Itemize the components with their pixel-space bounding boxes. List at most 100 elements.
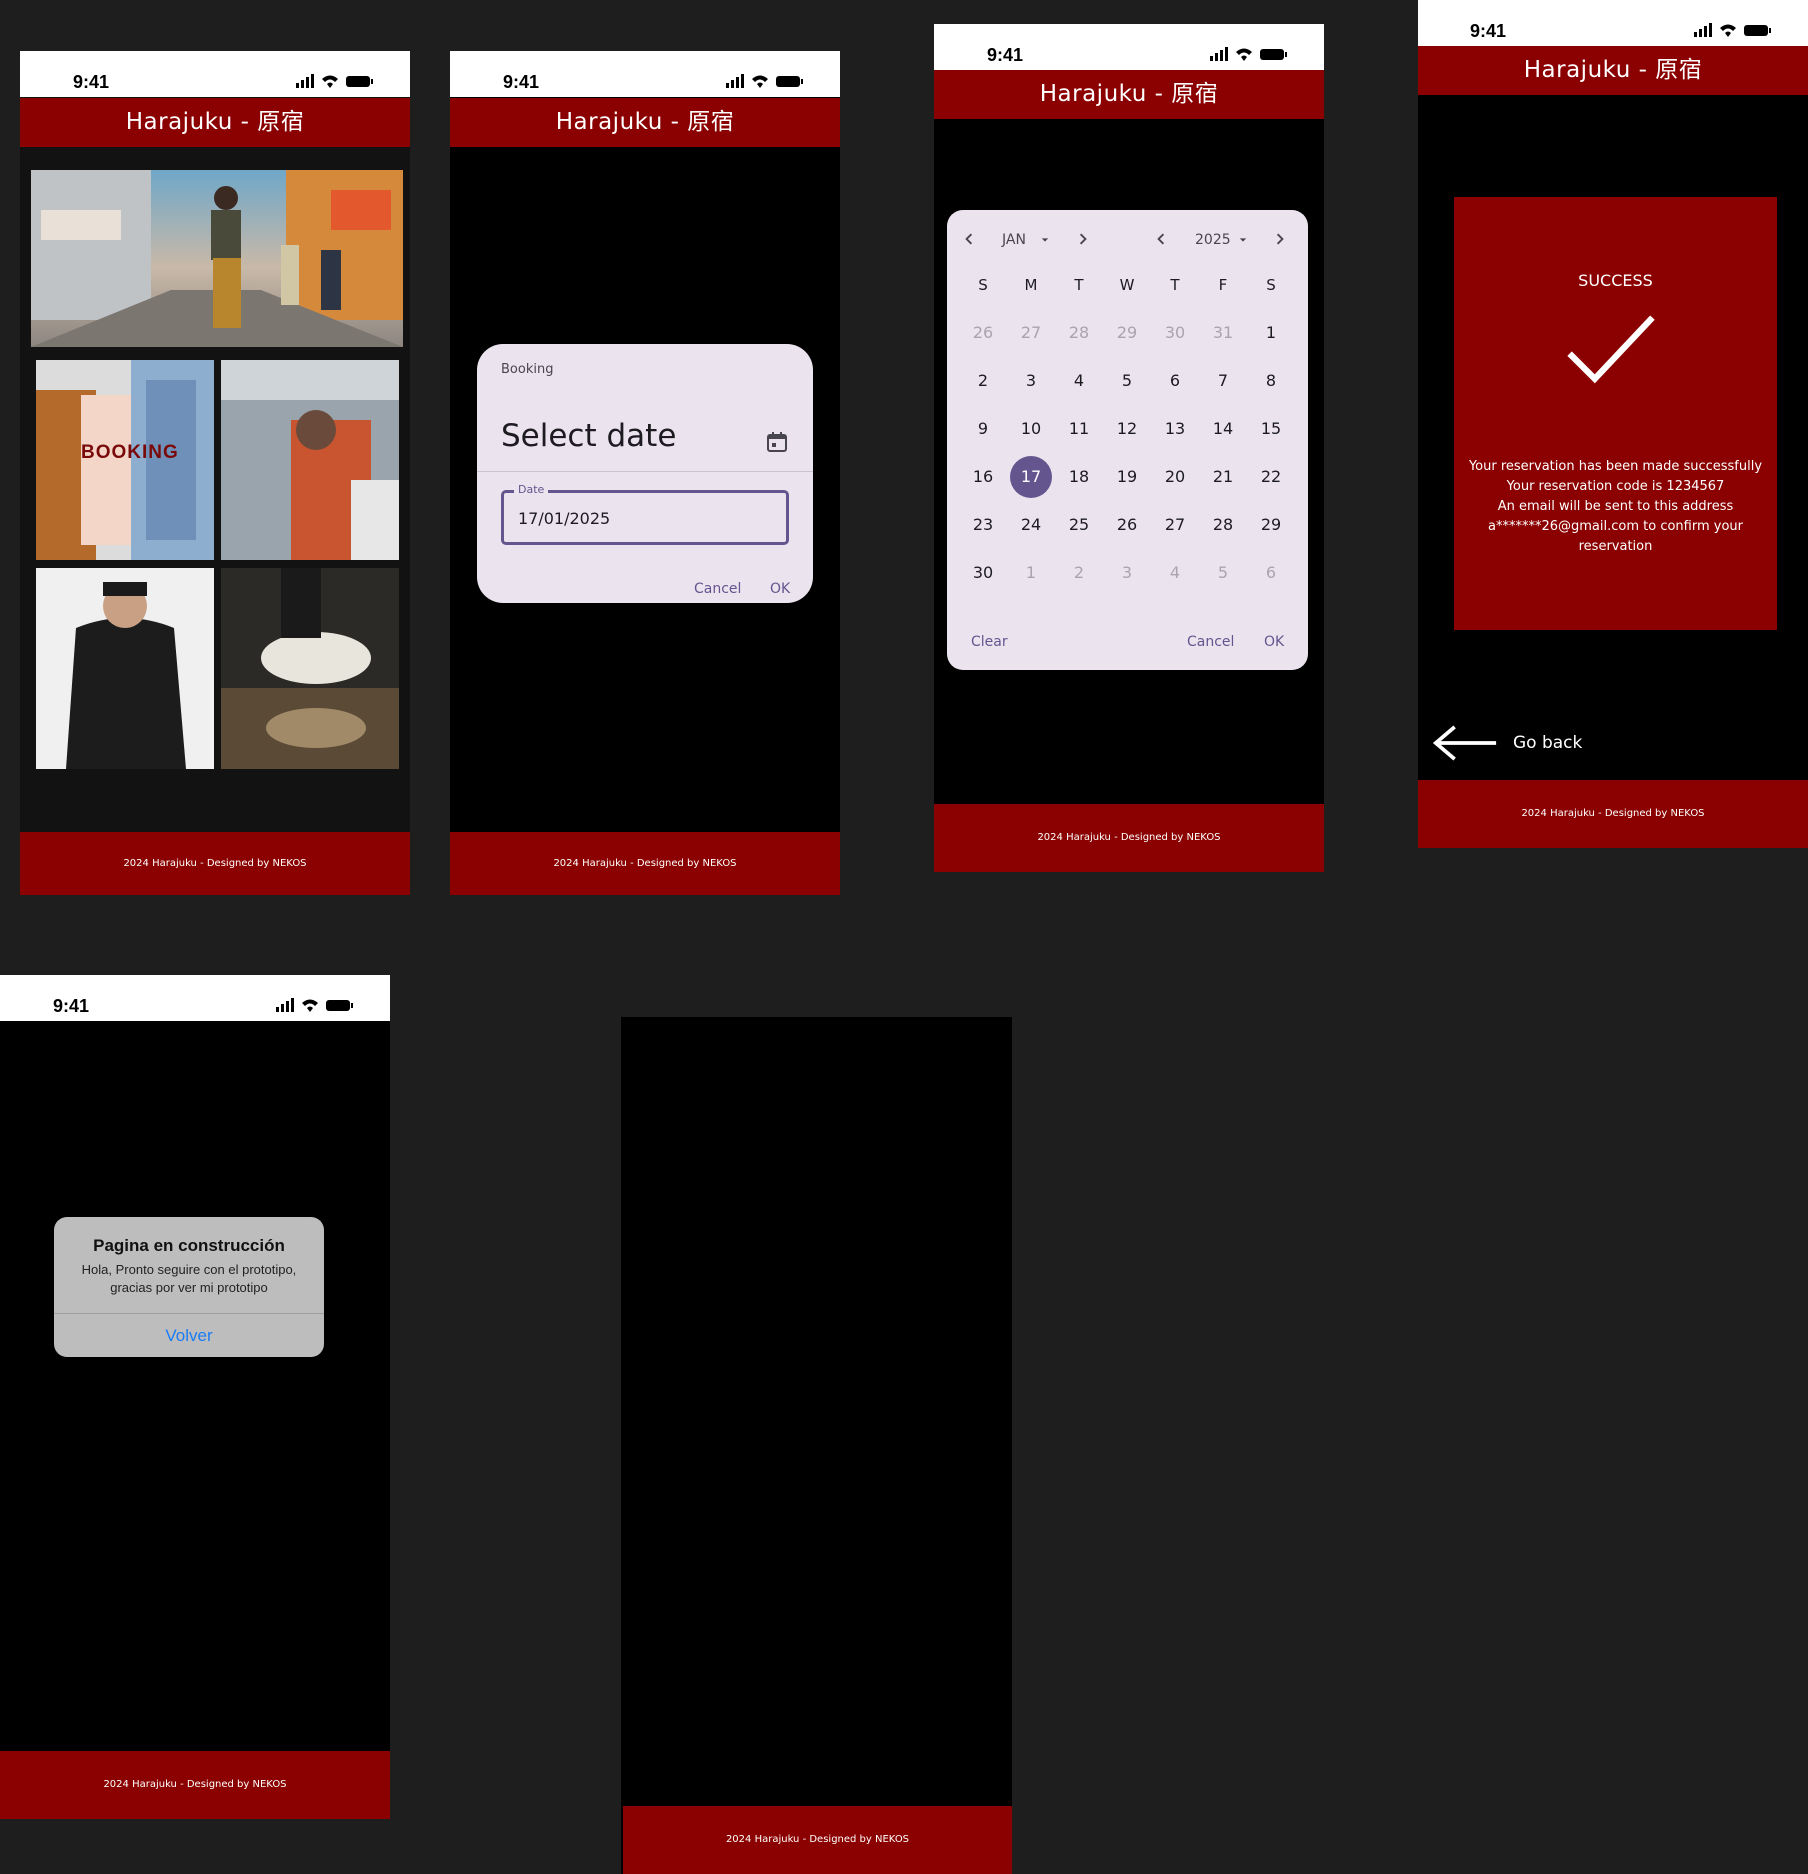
calendar-day[interactable]: 19 <box>1106 456 1148 498</box>
dialog-divider <box>477 471 813 472</box>
cancel-button[interactable]: Cancel <box>1187 634 1234 650</box>
calendar-grid: S M T W T F S 26 27 28 29 30 31 1 2 3 4 5 6 7 8 9 10 11 12 13 14 15… <box>962 264 1298 600</box>
calendar-day[interactable]: 11 <box>1058 408 1100 450</box>
calendar-day-outside: 4 <box>1169 563 1181 582</box>
month-selector[interactable]: JAN <box>1002 232 1026 248</box>
go-back-button[interactable]: Go back <box>1432 724 1632 762</box>
calendar-day[interactable]: 26 <box>1106 504 1148 546</box>
app-footer: 2024 Harajuku - Designed by NEKOS <box>1418 780 1808 848</box>
status-bar: 9:41 <box>450 51 840 97</box>
calendar-day[interactable]: 4 <box>1058 360 1100 402</box>
clear-button[interactable]: Clear <box>971 634 1008 650</box>
calendar-day-outside: 30 <box>1164 323 1186 342</box>
status-bar: 9:41 <box>934 24 1324 70</box>
calendar-day[interactable]: 7 <box>1202 360 1244 402</box>
app-footer: 2024 Harajuku - Designed by NEKOS <box>0 1751 390 1819</box>
weekday-header: F <box>1218 276 1228 294</box>
status-bar: 9:41 <box>20 51 410 97</box>
screen-home: 9:41 Harajuku - 原宿 BOOKING 2024 Harajuku… <box>20 51 410 895</box>
booking-photo[interactable]: BOOKING <box>36 360 214 560</box>
arrow-left-icon <box>1432 725 1497 761</box>
calendar-day[interactable]: 14 <box>1202 408 1244 450</box>
app-footer: 2024 Harajuku - Designed by NEKOS <box>450 832 840 895</box>
ok-button[interactable]: OK <box>1264 634 1284 650</box>
app-footer: 2024 Harajuku - Designed by NEKOS <box>934 804 1324 872</box>
calendar-day[interactable]: 27 <box>1154 504 1196 546</box>
prev-month-icon[interactable] <box>963 233 975 245</box>
calendar-day-outside: 29 <box>1116 323 1138 342</box>
app-header: Harajuku - 原宿 <box>450 98 840 147</box>
dialog-supporting-text: Booking <box>501 362 554 377</box>
success-title: SUCCESS <box>1578 271 1653 290</box>
subway-photo[interactable] <box>221 360 399 560</box>
year-selector[interactable]: 2025 <box>1195 232 1231 248</box>
app-header: Harajuku - 原宿 <box>20 98 410 147</box>
jacket-photo[interactable] <box>36 568 214 769</box>
screen-date-input: 9:41 Harajuku - 原宿 Booking Select date 1… <box>450 51 840 895</box>
calendar-day[interactable]: 20 <box>1154 456 1196 498</box>
calendar-day[interactable]: 25 <box>1058 504 1100 546</box>
weekday-header: W <box>1119 276 1135 294</box>
calendar-day[interactable]: 12 <box>1106 408 1148 450</box>
calendar-day[interactable]: 18 <box>1058 456 1100 498</box>
calendar-day[interactable]: 29 <box>1250 504 1292 546</box>
dialog-headline: Select date <box>501 418 677 454</box>
prev-year-icon[interactable] <box>1155 233 1167 245</box>
sneakers-photo[interactable] <box>221 568 399 769</box>
calendar-day[interactable]: 30 <box>962 552 1004 594</box>
calendar-day[interactable]: 17 <box>1010 456 1052 498</box>
volver-button[interactable]: Volver <box>54 1314 324 1357</box>
calendar-day[interactable]: 9 <box>962 408 1004 450</box>
calendar-day[interactable]: 5 <box>1106 360 1148 402</box>
screen-calendar: 9:41 Harajuku - 原宿 JAN 2025 S M T W T F S 26 27 2… <box>934 24 1324 872</box>
calendar-day[interactable]: 22 <box>1250 456 1292 498</box>
year-dropdown-icon[interactable] <box>1239 236 1247 244</box>
status-icons <box>1210 47 1287 61</box>
status-time: 9:41 <box>1470 21 1507 41</box>
date-field[interactable]: 17/01/2025 <box>501 490 789 545</box>
status-time: 9:41 <box>73 72 110 92</box>
calendar-icon[interactable] <box>765 430 789 454</box>
cancel-button[interactable]: Cancel <box>694 581 741 597</box>
booking-label: BOOKING <box>81 442 179 463</box>
calendar-day-outside: 6 <box>1265 563 1277 582</box>
calendar-day[interactable]: 8 <box>1250 360 1292 402</box>
hero-photo[interactable] <box>31 170 403 347</box>
app-footer: 2024 Harajuku - Designed by NEKOS <box>20 832 410 895</box>
calendar-day[interactable]: 13 <box>1154 408 1196 450</box>
weekday-header: T <box>1170 276 1180 294</box>
calendar-day[interactable]: 24 <box>1010 504 1052 546</box>
calendar-day-outside: 5 <box>1217 563 1229 582</box>
calendar-day[interactable]: 6 <box>1154 360 1196 402</box>
calendar-day[interactable]: 28 <box>1202 504 1244 546</box>
app-header: Harajuku - 原宿 <box>934 70 1324 119</box>
month-dropdown-icon[interactable] <box>1041 236 1049 244</box>
alert-body-line: Hola, Pronto seguire con el prototipo, <box>81 1262 297 1277</box>
calendar-day-outside: 26 <box>972 323 994 342</box>
calendar-day[interactable]: 16 <box>962 456 1004 498</box>
calendar-day[interactable]: 21 <box>1202 456 1244 498</box>
next-year-icon[interactable] <box>1274 233 1286 245</box>
calendar-day[interactable]: 1 <box>1250 312 1292 354</box>
status-time: 9:41 <box>987 45 1024 65</box>
screen-blank: 2024 Harajuku - Designed by NEKOS <box>621 1017 1012 1874</box>
message-line: Your reservation has been made successfu… <box>1468 459 1763 474</box>
calendar-day[interactable]: 3 <box>1010 360 1052 402</box>
message-line: a*******26@gmail.com to confirm your <box>1488 519 1743 534</box>
calendar-day[interactable]: 23 <box>962 504 1004 546</box>
calendar-day-outside: 28 <box>1068 323 1090 342</box>
calendar-day[interactable]: 15 <box>1250 408 1292 450</box>
calendar-dialog: JAN 2025 S M T W T F S 26 27 28 29 30 31 1 2 3 4 5 6 7 8 9 10 1… <box>947 210 1308 670</box>
message-line: An email will be sent to this address <box>1497 499 1734 514</box>
go-back-label: Go back <box>1513 733 1583 753</box>
status-bar: 9:41 <box>1418 0 1808 46</box>
calendar-day[interactable]: 10 <box>1010 408 1052 450</box>
status-icons <box>296 74 373 88</box>
message-line: reservation <box>1578 539 1653 554</box>
app-footer: 2024 Harajuku - Designed by NEKOS <box>623 1806 1012 1874</box>
alert-body-line: gracias por ver mi prototipo <box>110 1280 268 1295</box>
success-message: Your reservation has been made successfu… <box>1454 457 1777 557</box>
calendar-day[interactable]: 2 <box>962 360 1004 402</box>
next-month-icon[interactable] <box>1077 233 1089 245</box>
ok-button[interactable]: OK <box>770 581 790 597</box>
